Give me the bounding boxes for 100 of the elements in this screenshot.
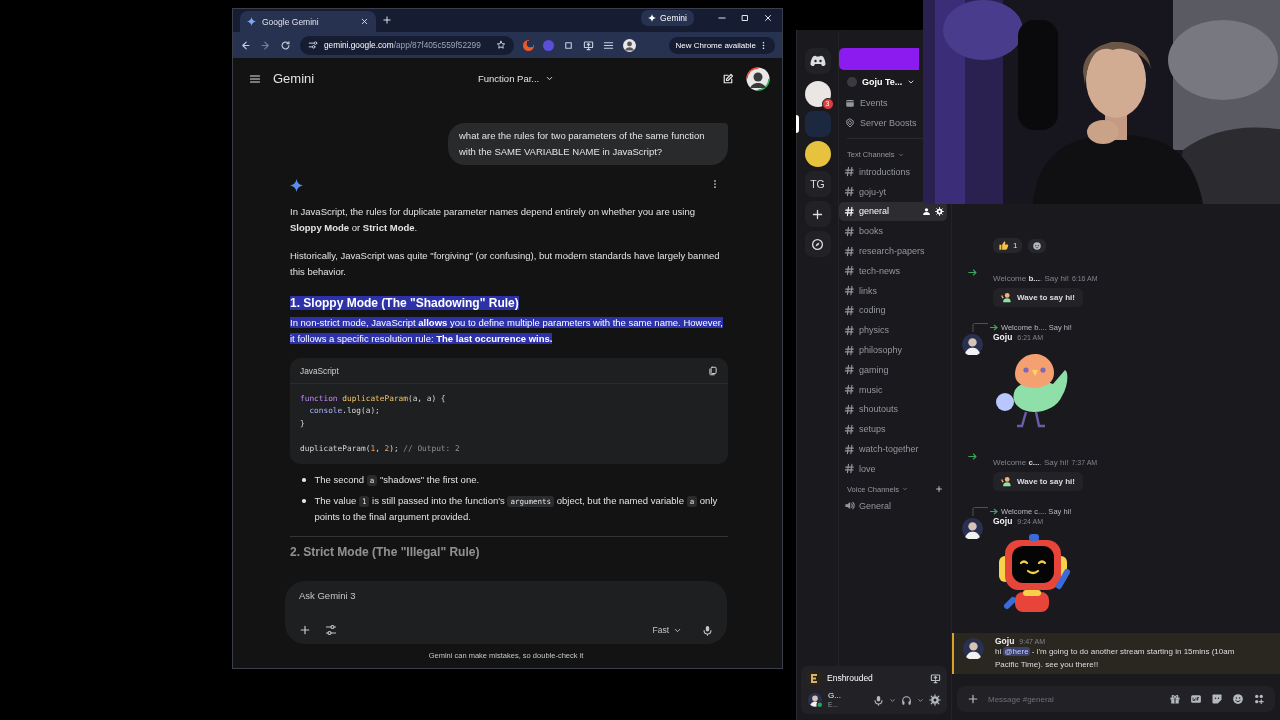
gamepad-icon[interactable] bbox=[809, 55, 826, 67]
headphones-icon[interactable] bbox=[901, 694, 912, 706]
author-name[interactable]: Goju bbox=[995, 636, 1015, 646]
wave-button[interactable]: Wave to say hi! bbox=[993, 288, 1083, 307]
channel-item[interactable]: introductions bbox=[839, 162, 918, 182]
playlist-icon[interactable] bbox=[603, 39, 614, 51]
channel-item[interactable]: philosophy bbox=[839, 340, 910, 360]
avatar-icon bbox=[963, 638, 984, 659]
close-tab-icon[interactable] bbox=[360, 17, 369, 26]
response-paragraph: In non-strict mode, JavaScript allows you to define multiple parameters with the same name. However, it follows a specific resolution rule: The last occurrence wins. bbox=[290, 316, 724, 346]
hash-icon bbox=[844, 364, 855, 376]
system-message: Welcome c.... Say hi! bbox=[993, 458, 1069, 467]
author-name[interactable]: Goju bbox=[993, 332, 1013, 342]
close-icon[interactable] bbox=[763, 13, 773, 23]
caret-icon[interactable] bbox=[889, 696, 896, 704]
tools-icon[interactable] bbox=[325, 624, 337, 636]
microphone-icon[interactable] bbox=[702, 624, 713, 636]
arrow-icon bbox=[967, 451, 978, 462]
channel-item[interactable]: shoutouts bbox=[839, 399, 906, 420]
channel-item[interactable]: watch-together bbox=[839, 439, 926, 459]
sparkle-icon bbox=[247, 17, 256, 26]
channel-item[interactable]: physics bbox=[839, 320, 896, 341]
browser-tab[interactable]: Google Gemini bbox=[240, 11, 376, 32]
message-text: hi @here - i'm going to do another stream starting in 15mins (10am Pacific Time). see you there!! bbox=[995, 646, 1236, 671]
game-icon bbox=[807, 671, 821, 685]
maximize-icon[interactable] bbox=[740, 13, 750, 23]
caret-icon bbox=[902, 486, 909, 493]
reply-connector-drawing bbox=[972, 323, 998, 332]
compass-icon[interactable] bbox=[811, 237, 824, 251]
site-info-icon[interactable] bbox=[308, 40, 318, 50]
caret-icon[interactable] bbox=[917, 696, 924, 704]
microphone-icon[interactable] bbox=[873, 694, 884, 706]
reaction-button[interactable]: 1 bbox=[993, 238, 1023, 253]
hash-icon bbox=[844, 245, 855, 257]
channel-item[interactable]: books bbox=[839, 221, 891, 242]
apps-icon[interactable] bbox=[1253, 693, 1265, 705]
message-field[interactable]: Message #general bbox=[988, 694, 1160, 704]
channel-item[interactable]: general bbox=[839, 201, 947, 222]
forward-icon[interactable] bbox=[260, 39, 271, 51]
add-reaction-button[interactable] bbox=[1028, 238, 1047, 253]
back-icon[interactable] bbox=[240, 39, 251, 51]
hash-icon bbox=[844, 403, 855, 415]
sticker-icon[interactable] bbox=[1211, 693, 1223, 705]
channel-item[interactable]: tech-news bbox=[839, 261, 908, 281]
gift-icon[interactable] bbox=[1169, 693, 1181, 705]
nav-item[interactable]: Events bbox=[839, 93, 888, 113]
emoji-icon[interactable] bbox=[1232, 693, 1244, 705]
channel-item[interactable]: music bbox=[839, 379, 890, 400]
channel-item[interactable]: setups bbox=[839, 419, 893, 440]
app-title: Gemini bbox=[273, 71, 315, 86]
copy-icon[interactable] bbox=[708, 365, 718, 376]
shield-icon bbox=[845, 118, 855, 128]
reply-connector-drawing bbox=[972, 507, 998, 516]
reload-icon[interactable] bbox=[280, 39, 291, 51]
plus-icon[interactable] bbox=[967, 693, 979, 705]
channel-item[interactable]: General bbox=[839, 495, 899, 516]
screen-share-icon[interactable] bbox=[930, 672, 941, 684]
prompt-field[interactable]: Ask Gemini 3 bbox=[299, 590, 449, 601]
update-button[interactable]: New Chrome available bbox=[668, 36, 775, 54]
star-icon[interactable] bbox=[496, 40, 506, 50]
caret-icon bbox=[545, 74, 555, 83]
menu-icon[interactable] bbox=[249, 72, 261, 85]
hash-icon bbox=[844, 324, 855, 336]
avatar-icon[interactable] bbox=[746, 66, 770, 91]
hash-icon bbox=[844, 265, 855, 277]
channel-item[interactable]: coding bbox=[839, 300, 893, 321]
author-name[interactable]: Goju bbox=[993, 516, 1013, 526]
channel-item[interactable]: love bbox=[839, 458, 883, 479]
channel-item[interactable]: research-papers bbox=[839, 241, 932, 261]
nav-item[interactable]: Server Boosts bbox=[839, 113, 917, 133]
new-tab-icon[interactable] bbox=[382, 14, 392, 25]
code-language: JavaScript bbox=[300, 364, 339, 378]
new-chat-icon[interactable] bbox=[722, 72, 734, 85]
gif-icon[interactable] bbox=[1190, 693, 1202, 705]
wave-button[interactable]: Wave to say hi! bbox=[993, 472, 1083, 491]
server-button[interactable]: TG bbox=[804, 171, 831, 197]
response-paragraph: In JavaScript, the rules for duplicate parameter names depend entirely on whether you are using Sloppy Mode or Strict Mode. bbox=[290, 205, 697, 235]
activity-name: Enshrouded bbox=[827, 673, 873, 683]
hash-icon bbox=[844, 423, 855, 435]
caret-icon bbox=[897, 151, 904, 158]
thumbs-up-icon bbox=[998, 240, 1009, 251]
mode-dropdown[interactable]: Fast bbox=[646, 624, 688, 636]
invite-icon[interactable] bbox=[922, 207, 931, 216]
server-icon[interactable] bbox=[804, 141, 831, 167]
channel-item[interactable]: links bbox=[839, 280, 884, 301]
moon-icon[interactable] bbox=[523, 39, 534, 51]
avatar-icon[interactable] bbox=[623, 38, 636, 52]
plus-icon[interactable] bbox=[935, 484, 943, 493]
channel-item[interactable]: gaming bbox=[839, 359, 896, 380]
hash-icon bbox=[844, 463, 855, 475]
gemini-button[interactable]: Gemini bbox=[641, 10, 694, 26]
server-name-dropdown[interactable]: Goju Te... bbox=[839, 70, 924, 93]
chat-title-dropdown[interactable]: Function Par... bbox=[472, 72, 561, 85]
plus-icon[interactable] bbox=[811, 207, 824, 221]
calendar-icon bbox=[845, 98, 855, 108]
channel-item[interactable]: goju-yt bbox=[839, 181, 893, 202]
add-icon[interactable] bbox=[299, 624, 311, 636]
screen-icon[interactable] bbox=[583, 39, 594, 51]
settings-icon[interactable] bbox=[929, 694, 941, 706]
sparkle-icon bbox=[648, 14, 657, 22]
